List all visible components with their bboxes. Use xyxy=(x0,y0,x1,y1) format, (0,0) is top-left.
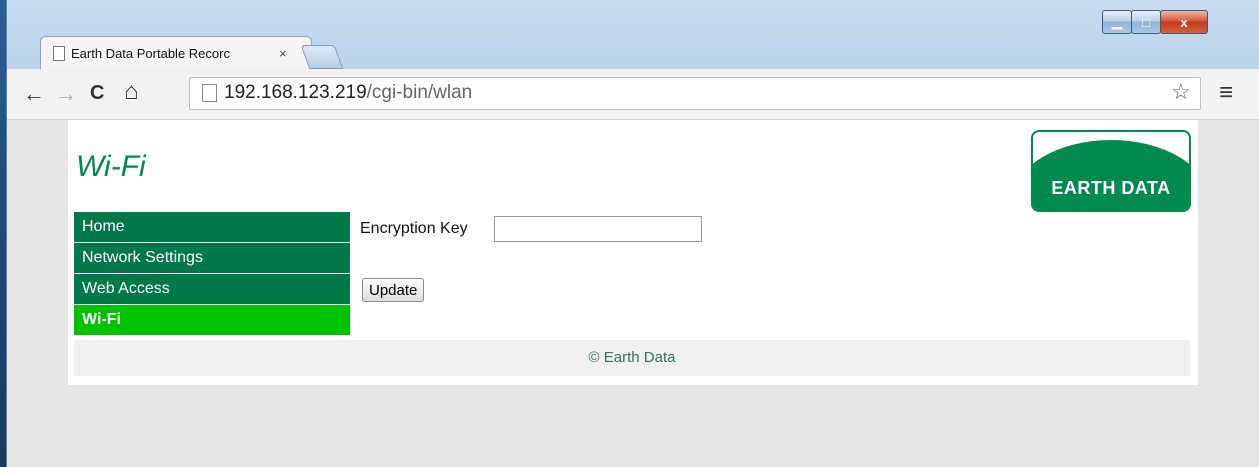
close-window-button[interactable]: x xyxy=(1160,10,1208,34)
encryption-key-input[interactable] xyxy=(494,216,702,242)
page-container: Wi-Fi EARTH DATA Home Network Settings W… xyxy=(68,120,1198,385)
sidebar-item-network-settings[interactable]: Network Settings xyxy=(74,243,350,274)
maximize-button[interactable]: □ xyxy=(1131,10,1161,34)
earth-data-logo: EARTH DATA xyxy=(1031,130,1191,212)
reload-icon[interactable]: C xyxy=(90,82,104,105)
sidebar-item-wifi[interactable]: Wi-Fi xyxy=(74,305,350,336)
forward-icon[interactable]: → xyxy=(55,81,77,107)
tab-close-icon[interactable]: × xyxy=(279,46,287,61)
address-bar[interactable]: 192.168.123.219/cgi-bin/wlan xyxy=(189,77,1201,110)
minimize-icon: ▁ xyxy=(1112,14,1122,29)
update-button[interactable]: Update xyxy=(362,278,425,302)
tab-title: Earth Data Portable Recorc xyxy=(71,46,230,61)
page-icon xyxy=(202,84,217,102)
url-path: /cgi-bin/wlan xyxy=(366,82,473,103)
window-controls: ▁ □ x xyxy=(1102,10,1208,34)
bookmark-star-icon[interactable]: ☆ xyxy=(1171,79,1191,105)
browser-tab[interactable]: Earth Data Portable Recorc × xyxy=(40,36,312,70)
logo-dome xyxy=(1033,140,1189,210)
sidebar-item-home[interactable]: Home xyxy=(74,212,350,243)
home-icon[interactable]: ⌂ xyxy=(124,78,139,106)
page-icon xyxy=(53,46,65,61)
maximize-icon: □ xyxy=(1142,14,1150,30)
encryption-key-label: Encryption Key xyxy=(360,220,468,237)
page-footer: © Earth Data xyxy=(74,340,1190,376)
back-icon[interactable]: ← xyxy=(23,81,45,107)
sidebar-nav: Home Network Settings Web Access Wi-Fi xyxy=(74,212,350,336)
url-host: 192.168.123.219 xyxy=(224,82,367,103)
page-viewport: Wi-Fi EARTH DATA Home Network Settings W… xyxy=(7,120,1259,467)
url-text: 192.168.123.219/cgi-bin/wlan xyxy=(224,82,472,104)
logo-text: EARTH DATA xyxy=(1051,178,1171,198)
browser-toolbar: ← → C ⌂ 192.168.123.219/cgi-bin/wlan ☆ ≡ xyxy=(7,69,1259,120)
sidebar-item-web-access[interactable]: Web Access xyxy=(74,274,350,305)
menu-icon[interactable]: ≡ xyxy=(1219,79,1233,107)
minimize-button[interactable]: ▁ xyxy=(1102,10,1132,34)
page-title: Wi-Fi xyxy=(76,150,146,183)
close-icon: x xyxy=(1180,14,1188,30)
